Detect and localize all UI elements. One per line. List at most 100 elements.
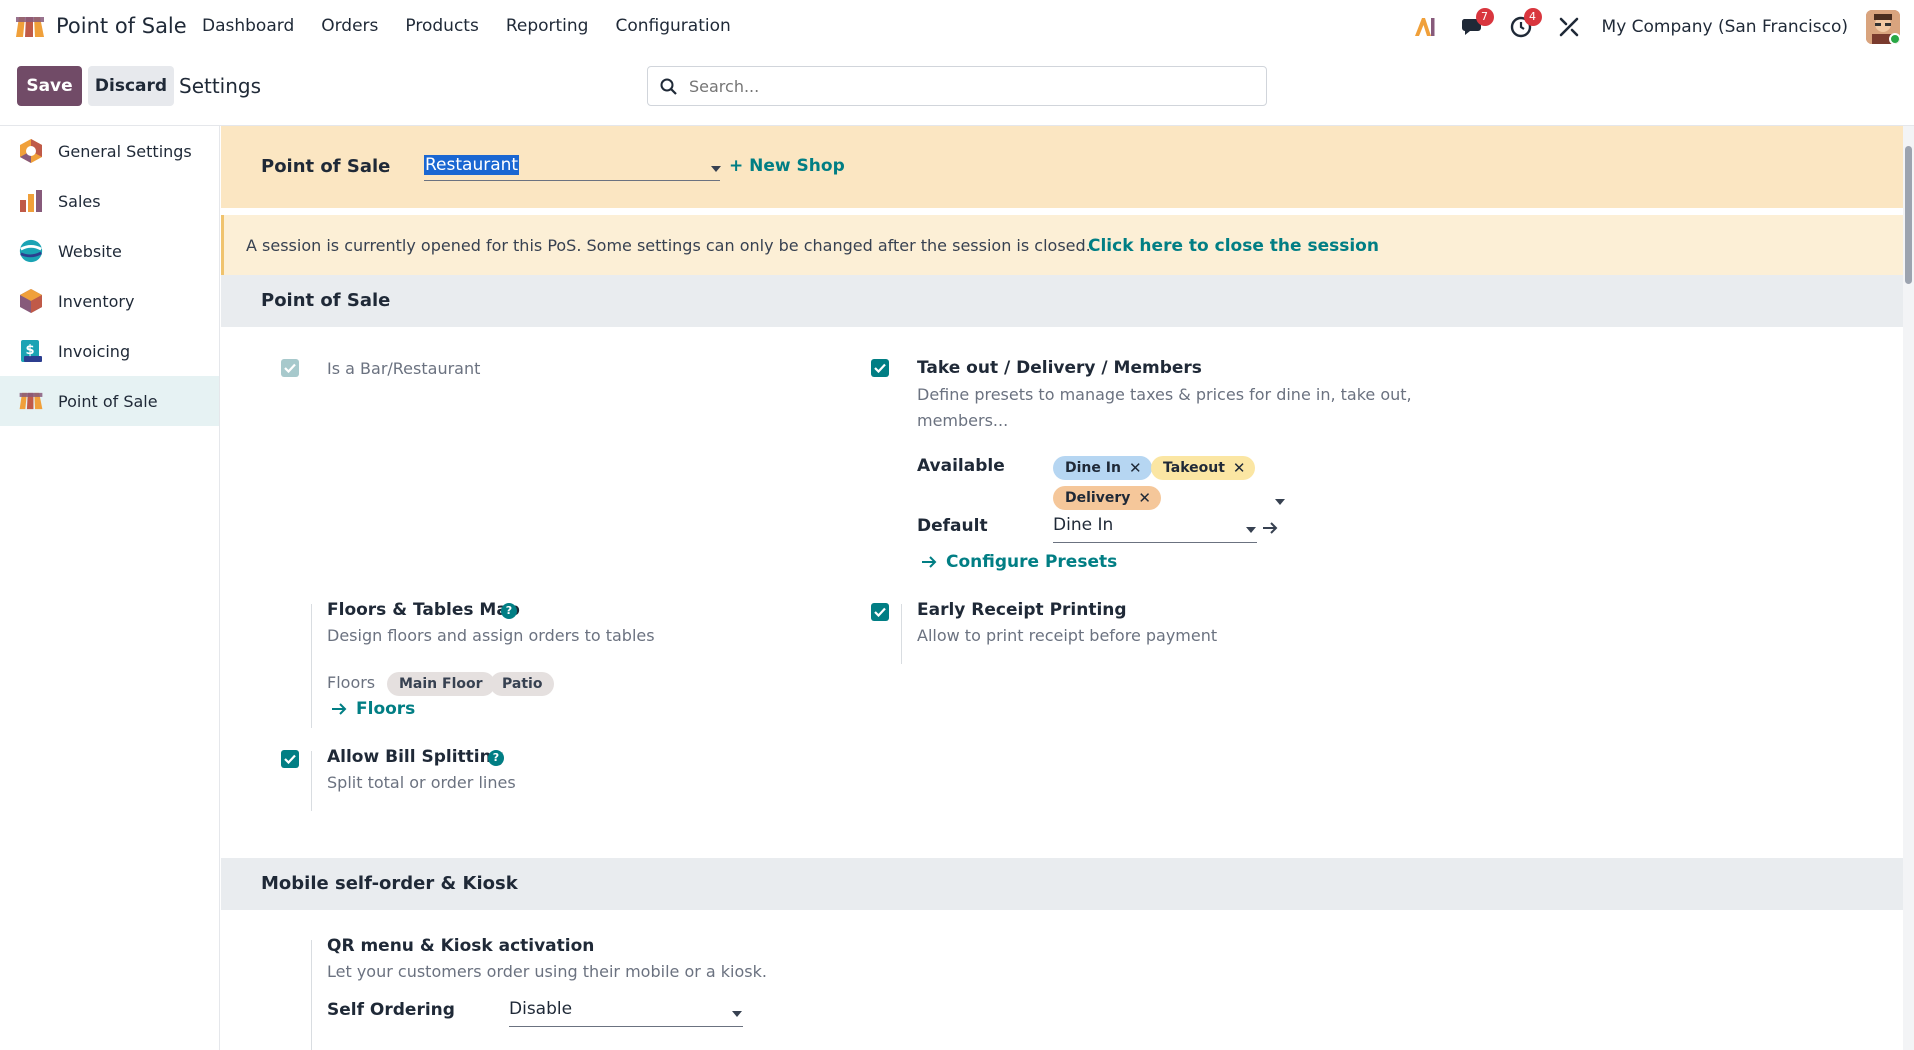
scrollbar-thumb[interactable] [1905,146,1912,284]
menu-orders[interactable]: Orders [321,16,378,36]
early-receipt-desc: Allow to print receipt before payment [917,626,1218,645]
help-icon[interactable]: ? [501,603,517,619]
remove-tag-icon[interactable]: ✕ [1233,459,1246,477]
self-ordering-select[interactable]: Disable [509,999,743,1027]
preset-tag-delivery: Delivery ✕ [1053,486,1161,510]
settings-app-icon [18,138,44,164]
discard-button[interactable]: Discard [88,66,174,106]
sidebar-item-point-of-sale[interactable]: Point of Sale [0,376,219,426]
search-box [647,66,1267,106]
arrow-right-icon [332,703,347,715]
search-icon [660,78,677,95]
self-ordering-value: Disable [509,999,573,1019]
activity-clock-icon[interactable]: 4 [1506,8,1542,42]
checkmark-icon [874,607,886,617]
inventory-app-icon [18,288,44,314]
floors-desc: Design floors and assign orders to table… [327,626,655,645]
search-input[interactable] [689,76,1249,96]
takeout-checkbox[interactable] [871,359,889,377]
menu-products[interactable]: Products [405,16,478,36]
tag-label: Delivery [1065,490,1131,506]
bill-split-checkbox[interactable] [281,750,299,768]
shop-selector-band: Point of Sale Restaurant + New Shop [221,126,1903,208]
section-header-pos: Point of Sale [221,275,1903,327]
bill-split-title: Allow Bill Splitting [327,747,504,767]
shop-select-value: Restaurant [424,155,520,175]
early-receipt-checkbox[interactable] [871,603,889,621]
checkmark-icon [284,363,296,373]
app-name[interactable]: Point of Sale [56,14,187,38]
self-ordering-label: Self Ordering [327,1000,455,1020]
pos-app-icon[interactable] [14,15,46,39]
pos-app-icon [18,388,44,414]
qr-kiosk-title: QR menu & Kiosk activation [327,936,595,956]
floor-tag-patio: Patio [490,672,555,696]
option-divider [311,751,312,811]
top-navbar: Point of Sale Dashboard Orders Products … [0,0,1914,54]
ai-icon[interactable] [1410,12,1440,42]
sidebar-item-website[interactable]: Website [0,226,219,276]
user-avatar[interactable] [1866,10,1900,44]
invoicing-app-icon: $ [18,338,44,364]
floors-link[interactable]: Floors [356,699,415,719]
section-title: Point of Sale [261,290,391,311]
default-preset-select[interactable]: Dine In [1053,515,1257,543]
bar-restaurant-label: Is a Bar/Restaurant [327,359,481,378]
sales-app-icon [18,188,44,214]
session-warning: A session is currently opened for this P… [221,215,1903,279]
chevron-down-icon [1246,527,1256,533]
remove-tag-icon[interactable]: ✕ [1129,459,1142,477]
bill-split-desc: Split total or order lines [327,773,516,792]
preset-tag-takeout: Takeout ✕ [1151,456,1256,480]
website-app-icon [18,238,44,264]
settings-sidebar: General Settings Sales Website Inventory… [0,126,220,1050]
chat-badge: 7 [1475,8,1494,26]
chevron-down-icon[interactable] [1275,499,1285,505]
sidebar-item-inventory[interactable]: Inventory [0,276,219,326]
sidebar-item-sales[interactable]: Sales [0,176,219,226]
main-menu: Dashboard Orders Products Reporting Conf… [202,16,731,36]
navbar-systray: 7 4 My Company (San Francisco) [1410,8,1900,44]
sidebar-item-label: Point of Sale [58,391,158,411]
takeout-title: Take out / Delivery / Members [917,358,1202,378]
sidebar-item-invoicing[interactable]: $ Invoicing [0,326,219,376]
configure-presets-link[interactable]: Configure Presets [946,552,1117,572]
company-switcher[interactable]: My Company (San Francisco) [1602,17,1848,37]
menu-configuration[interactable]: Configuration [615,16,730,36]
new-shop-button[interactable]: + New Shop [729,156,845,176]
available-label: Available [917,456,1005,476]
page-title: Settings [179,74,262,98]
help-icon[interactable]: ? [488,750,504,766]
shop-label: Point of Sale [261,156,391,177]
settings-content: Point of Sale Restaurant + New Shop A se… [221,126,1903,1050]
svg-text:$: $ [25,343,34,358]
checkmark-icon [284,754,296,764]
tag-label: Dine In [1065,460,1121,476]
takeout-desc-line1: Define presets to manage taxes & prices … [917,385,1412,404]
chat-icon[interactable]: 7 [1458,8,1494,42]
preset-tag-dine-in: Dine In ✕ [1053,456,1152,480]
arrow-right-icon[interactable] [1262,521,1278,535]
arrow-right-icon [922,556,937,568]
section-header-kiosk: Mobile self-order & Kiosk [221,858,1903,910]
sidebar-item-label: Invoicing [58,341,131,361]
close-session-link[interactable]: Click here to close the session [1088,236,1379,256]
floor-tag-main-floor: Main Floor [387,672,495,696]
warning-text: A session is currently opened for this P… [246,236,1091,255]
scrollbar[interactable] [1903,126,1914,1050]
shop-select[interactable]: Restaurant [424,155,721,181]
chevron-down-icon [711,166,721,172]
save-button[interactable]: Save [17,66,82,106]
floors-title: Floors & Tables Map [327,600,520,620]
menu-dashboard[interactable]: Dashboard [202,16,294,36]
qr-kiosk-desc: Let your customers order using their mob… [327,962,767,981]
bar-restaurant-checkbox[interactable] [281,359,299,377]
remove-tag-icon[interactable]: ✕ [1138,489,1151,507]
sidebar-item-general-settings[interactable]: General Settings [0,126,219,176]
online-status-dot [1889,33,1900,44]
option-divider [901,604,902,664]
menu-reporting[interactable]: Reporting [506,16,589,36]
debug-tools-icon[interactable] [1554,12,1584,42]
chevron-down-icon [732,1011,742,1017]
checkmark-icon [874,363,886,373]
